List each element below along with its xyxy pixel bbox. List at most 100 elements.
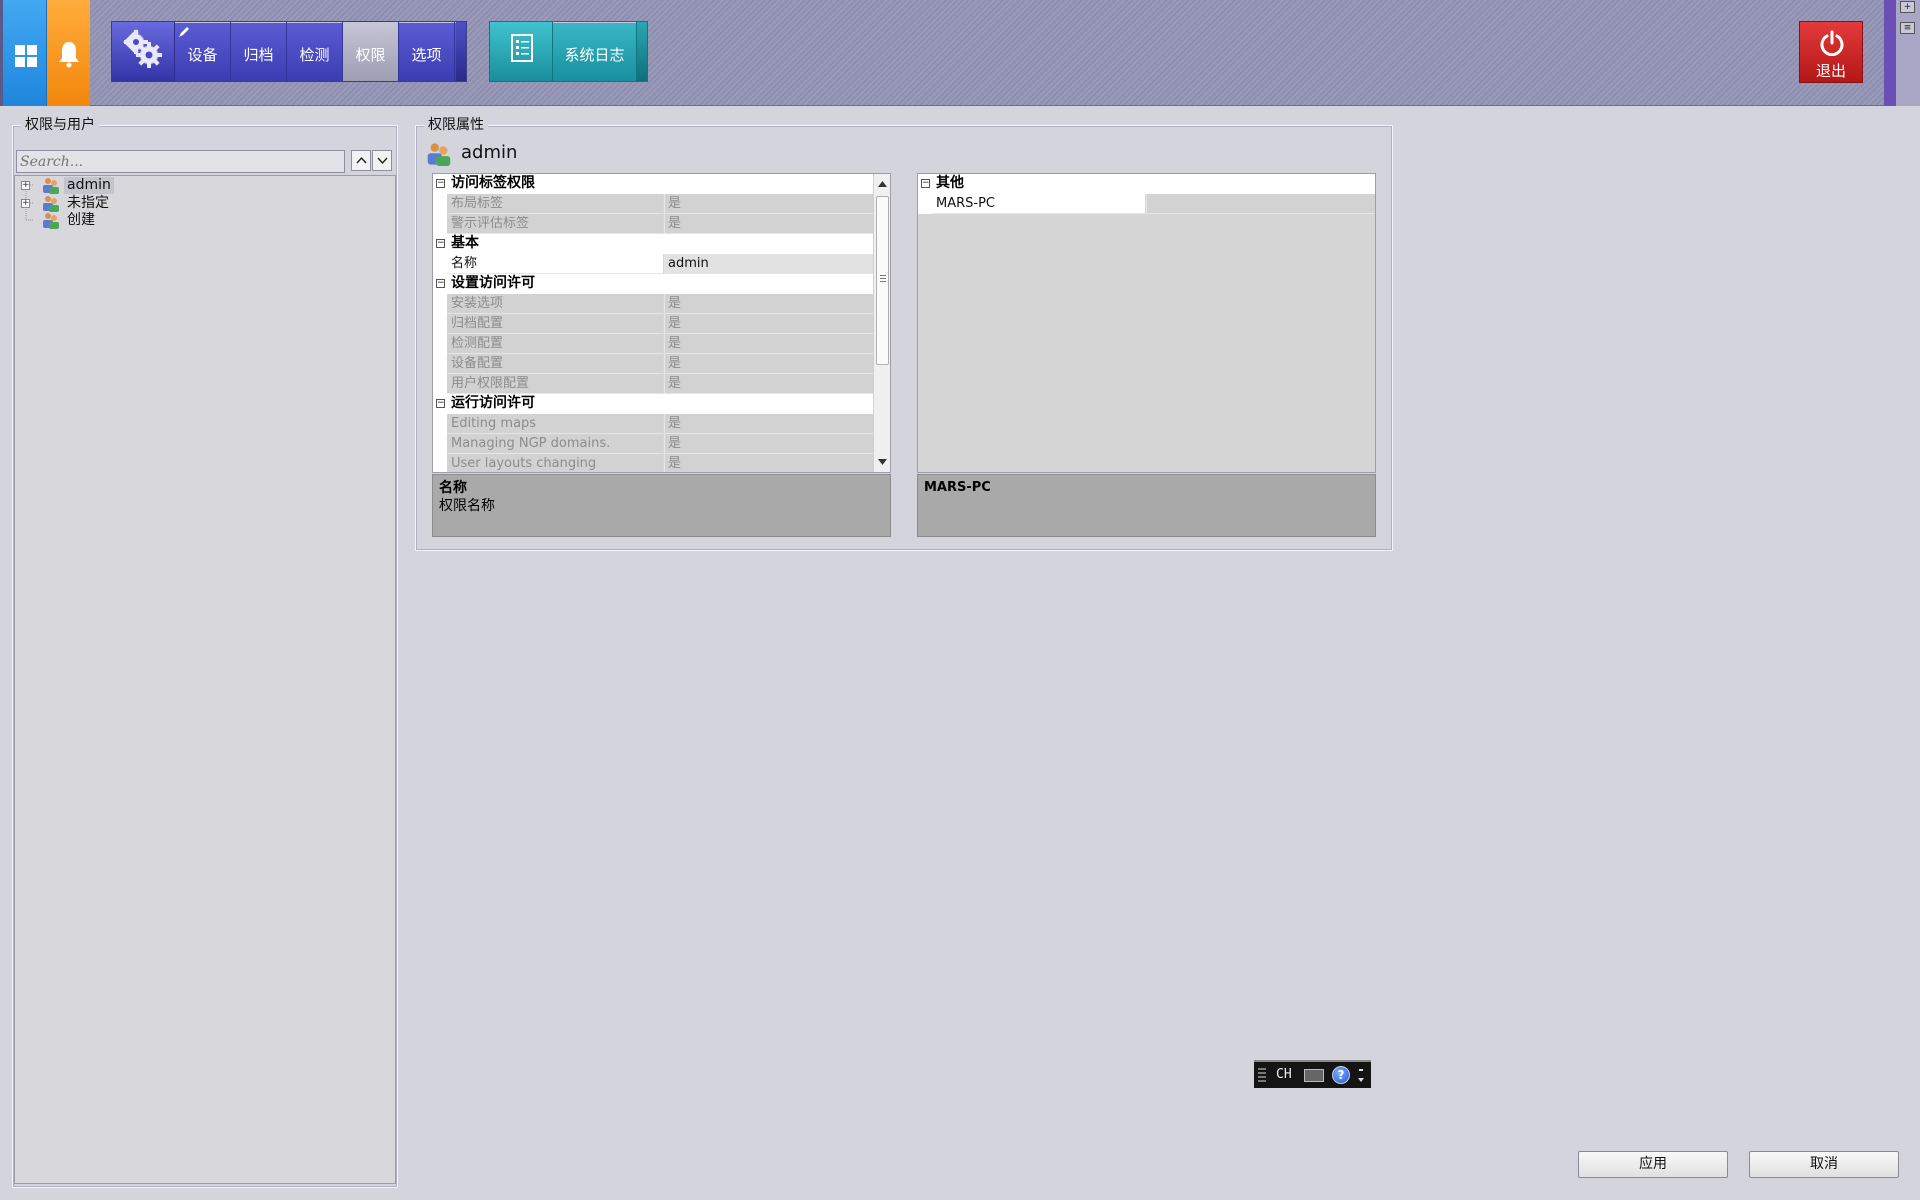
scroll-up-arrow-icon[interactable]: [878, 180, 887, 188]
property-row[interactable]: 布局标签 是: [433, 194, 873, 214]
tree-item-label: 创建: [67, 212, 95, 228]
property-name: 检测配置: [447, 334, 663, 354]
windows-grid-icon: [15, 45, 37, 67]
panel-title: 权限与用户: [21, 117, 99, 133]
log-button[interactable]: [490, 22, 553, 81]
tab-archive[interactable]: 归档: [231, 22, 287, 81]
property-value[interactable]: 是: [664, 314, 873, 334]
property-name: 警示评估标签: [447, 214, 663, 234]
property-value[interactable]: 是: [664, 354, 873, 374]
property-value[interactable]: 是: [664, 294, 873, 314]
apply-button[interactable]: 应用: [1578, 1151, 1728, 1178]
property-name: Managing NGP domains.: [447, 434, 663, 454]
log-document-icon: [511, 34, 533, 62]
ime-language[interactable]: CH: [1276, 1067, 1292, 1082]
property-value[interactable]: 是: [664, 374, 873, 394]
description-title: MARS-PC: [924, 480, 991, 495]
property-row[interactable]: 安装选项 是: [433, 294, 873, 314]
property-value[interactable]: 是: [664, 334, 873, 354]
top-toolbar: 设备 归档 检测 权限 选项 系统日志 退出 + ≡: [0, 0, 1920, 106]
property-row[interactable]: 警示评估标签 是: [433, 214, 873, 234]
log-group-cap: [637, 22, 647, 81]
keyboard-icon[interactable]: [1304, 1069, 1324, 1082]
expand-icon[interactable]: +: [21, 199, 30, 208]
search-up-button[interactable]: [351, 150, 371, 171]
property-value[interactable]: 是: [664, 194, 873, 214]
property-value[interactable]: 是: [664, 454, 873, 472]
property-row[interactable]: 归档配置 是: [433, 314, 873, 334]
property-name: MARS-PC: [932, 194, 1145, 214]
tree-item-unassigned[interactable]: + 未指定: [21, 195, 391, 212]
property-value[interactable]: 是: [664, 434, 873, 454]
scroll-down-arrow-icon[interactable]: [878, 458, 887, 466]
tab-system-log[interactable]: 系统日志: [553, 22, 637, 81]
property-row[interactable]: 名称 admin: [433, 254, 873, 274]
tree-item-label: 未指定: [67, 195, 109, 211]
toolbar-right-strip: [1884, 0, 1896, 106]
property-row[interactable]: 设备配置 是: [433, 354, 873, 374]
property-row[interactable]: Managing NGP domains. 是: [433, 434, 873, 454]
property-value-input[interactable]: admin: [664, 254, 873, 274]
property-row[interactable]: 检测配置 是: [433, 334, 873, 354]
ime-language-bar[interactable]: CH ?: [1254, 1060, 1371, 1088]
collapse-icon[interactable]: −: [436, 399, 445, 408]
settings-button[interactable]: [112, 22, 175, 81]
category-basic[interactable]: − 基本: [433, 234, 873, 254]
tab-detection[interactable]: 检测: [287, 22, 343, 81]
restore-icon[interactable]: ≡: [1900, 22, 1915, 34]
property-row[interactable]: User layouts changing 是: [433, 454, 873, 472]
home-button[interactable]: [3, 0, 47, 106]
property-grid-scrollbar[interactable]: [873, 174, 890, 472]
minimize-icon[interactable]: +: [1900, 1, 1915, 13]
property-name: Editing maps: [447, 414, 663, 434]
search-down-button[interactable]: [372, 150, 392, 171]
ime-options-icon[interactable]: [1358, 1068, 1364, 1084]
exit-button[interactable]: 退出: [1799, 21, 1863, 83]
tree-item-admin[interactable]: + admin: [21, 177, 391, 194]
category-settings-access[interactable]: − 设置访问许可: [433, 274, 873, 294]
property-row[interactable]: 用户权限配置 是: [433, 374, 873, 394]
tree-item-create[interactable]: 创建: [21, 212, 391, 229]
category-access-tabs[interactable]: − 访问标签权限: [433, 174, 873, 194]
collapse-icon[interactable]: −: [436, 179, 445, 188]
users-icon: [43, 213, 59, 229]
bell-icon: [59, 42, 79, 68]
category-title: 其他: [936, 175, 964, 191]
category-other[interactable]: − 其他: [918, 174, 1375, 194]
other-property-grid: − 其他 MARS-PC: [917, 173, 1376, 473]
notifications-button[interactable]: [47, 0, 90, 106]
property-description: MARS-PC: [917, 474, 1376, 537]
selected-user-name: admin: [461, 142, 518, 163]
property-row[interactable]: MARS-PC: [918, 194, 1375, 214]
property-description: 名称 权限名称: [432, 474, 891, 537]
category-title: 设置访问许可: [451, 275, 535, 291]
category-runtime-access[interactable]: − 运行访问许可: [433, 394, 873, 414]
users-icon: [427, 143, 451, 166]
users-icon: [43, 178, 59, 194]
property-row[interactable]: Editing maps 是: [433, 414, 873, 434]
users-icon: [43, 196, 59, 212]
drag-handle-icon[interactable]: [1258, 1068, 1266, 1082]
collapse-icon[interactable]: −: [921, 179, 930, 188]
description-title: 名称: [439, 480, 467, 496]
help-icon[interactable]: ?: [1332, 1066, 1350, 1084]
cancel-button[interactable]: 取消: [1749, 1151, 1899, 1178]
chevron-up-icon: [356, 156, 367, 164]
scrollbar-thumb[interactable]: [876, 196, 889, 365]
settings-group-cap: [456, 22, 466, 81]
category-title: 访问标签权限: [451, 175, 535, 191]
tree-item-label: admin: [64, 177, 114, 194]
category-title: 基本: [451, 235, 479, 251]
expand-icon[interactable]: +: [21, 181, 30, 190]
property-value[interactable]: 是: [664, 414, 873, 434]
collapse-icon[interactable]: −: [436, 239, 445, 248]
tab-options[interactable]: 选项: [399, 22, 455, 81]
property-name: 设备配置: [447, 354, 663, 374]
property-value[interactable]: 是: [664, 214, 873, 234]
search-input[interactable]: [16, 150, 345, 173]
property-value[interactable]: [1146, 194, 1375, 214]
tab-devices[interactable]: 设备: [175, 22, 231, 81]
collapse-icon[interactable]: −: [436, 279, 445, 288]
tab-permissions[interactable]: 权限: [343, 22, 399, 81]
permissions-tree: + admin + 未指定 创建: [14, 175, 396, 1184]
